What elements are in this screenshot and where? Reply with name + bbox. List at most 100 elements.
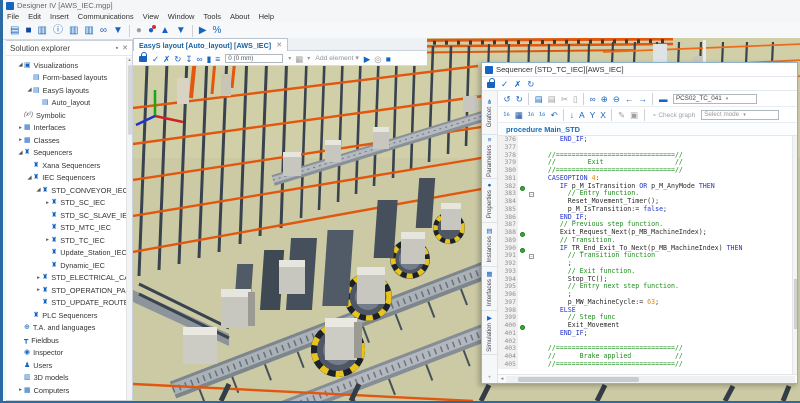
stop-icon[interactable]: ■ (386, 54, 391, 64)
menu-about[interactable]: About (230, 12, 250, 21)
insert-step3-icon[interactable]: ¹⁶ (539, 110, 545, 120)
forward-icon[interactable]: → (638, 94, 647, 104)
side-tab-interfaces[interactable]: ▦Interfaces (482, 267, 497, 311)
breakpoint-gutter[interactable] (518, 190, 527, 198)
breakpoint-gutter[interactable] (518, 291, 527, 299)
comment-icon[interactable]: ▼ (113, 26, 123, 36)
breakpoint-gutter[interactable] (518, 245, 527, 253)
jump-icon[interactable]: ↶ (551, 110, 558, 120)
project-card-icon[interactable]: ▥ (38, 26, 47, 36)
panel-view2-icon[interactable]: ▥ (84, 26, 93, 36)
breakpoint-gutter[interactable] (518, 152, 527, 160)
tree-item-update-station-iec[interactable]: ♜Update_Station_IEC (6, 247, 126, 260)
menu-view[interactable]: View (143, 12, 159, 21)
open-folder-icon[interactable]: ■ (25, 26, 31, 36)
breakpoint-gutter[interactable] (518, 330, 527, 338)
side-tab-parameters[interactable]: ≡Parameters (482, 135, 497, 179)
side-tab-add[interactable]: + (482, 355, 497, 383)
code-horizontal-scrollbar[interactable]: ◂ (498, 374, 797, 383)
link-icon[interactable]: ∞ (197, 54, 203, 64)
expander-icon[interactable]: ▸ (17, 125, 24, 131)
breakpoint-gutter[interactable] (518, 221, 527, 229)
expander-icon[interactable]: ▸ (44, 237, 51, 243)
import-icon[interactable]: ↧ (185, 54, 192, 64)
tree-item-auto-layout[interactable]: ▤Auto_layout (6, 97, 126, 110)
breakpoint-gutter[interactable] (518, 260, 527, 268)
block-dropdown[interactable]: PCS02_TC_041▾ (673, 94, 757, 104)
expander-icon[interactable]: ◢ (17, 62, 24, 68)
expander-icon[interactable]: ◢ (26, 175, 33, 181)
pin-icon[interactable]: ▪ (116, 45, 118, 52)
breakpoint-gutter[interactable] (518, 198, 527, 206)
undo-icon[interactable]: ↺ (504, 94, 511, 104)
tree-item-classes[interactable]: ▸▦Classes (6, 134, 126, 147)
visibility-icon[interactable]: ◎ (374, 54, 381, 64)
expander-icon[interactable]: ▸ (44, 200, 51, 206)
breakpoint-gutter[interactable] (518, 183, 527, 191)
close-icon[interactable]: ✕ (122, 44, 128, 52)
tree-item-users[interactable]: ♟Users (6, 359, 126, 372)
tree-item-3d-models[interactable]: ▥3D models (6, 372, 126, 385)
menu-help[interactable]: Help (259, 12, 274, 21)
measure-input[interactable]: 0 (0 mm) (225, 54, 283, 63)
breakpoint-gutter[interactable] (518, 136, 527, 144)
feedback-icon[interactable]: ▼ (176, 26, 186, 36)
run-export-icon[interactable]: ▶ (199, 26, 207, 36)
breakpoint-gutter[interactable] (518, 299, 527, 307)
tree-item-std-mtc-iec[interactable]: ♜STD_MTC_IEC (6, 222, 126, 235)
scrollbar-thumb[interactable] (518, 377, 639, 382)
breakpoint-gutter[interactable] (518, 252, 527, 260)
scroll-left-icon[interactable]: ◂ (498, 376, 506, 382)
tree-item-interfaces[interactable]: ▸▦Interfaces (6, 122, 126, 135)
breakpoint-gutter[interactable] (518, 159, 527, 167)
tree-item-t-a-and-languages[interactable]: ⊕T.A. and languages (6, 322, 126, 335)
breakpoint-gutter[interactable] (518, 338, 527, 346)
breakpoint-gutter[interactable] (518, 276, 527, 284)
branch-or-icon[interactable]: Y (590, 110, 596, 120)
user-online-icon[interactable]: ● (148, 26, 154, 36)
macro-step-icon[interactable]: ▦ (515, 110, 523, 120)
measure-dropdown-icon[interactable]: ▾ (288, 55, 291, 62)
shortcut-percent-icon[interactable]: % (213, 26, 222, 36)
tree-item-std-operation-pane-[interactable]: ▸♜STD_OPERATION_PANE... (6, 284, 126, 297)
tree-item-easys-layouts[interactable]: ◢▤EasyS layouts (6, 84, 126, 97)
paste-icon[interactable]: ▤ (548, 94, 556, 104)
add-element-button[interactable]: Add element ▾ (315, 54, 358, 62)
tree-item-std-tc-iec[interactable]: ▸♜STD_TC_IEC (6, 234, 126, 247)
menu-file[interactable]: File (7, 12, 19, 21)
menu-window[interactable]: Window (168, 12, 195, 21)
binoculars-search-icon[interactable]: ∞ (100, 26, 107, 36)
breakpoint-gutter[interactable] (518, 353, 527, 361)
tree-item-std-sc-slave-iec[interactable]: ♜STD_SC_SLAVE_IEC (6, 209, 126, 222)
redo-icon[interactable]: ↻ (516, 94, 523, 104)
tree-item-dynamic-iec[interactable]: ♜Dynamic_IEC (6, 259, 126, 272)
menu-insert[interactable]: Insert (50, 12, 69, 21)
expander-icon[interactable]: ▸ (17, 137, 24, 143)
tree-item-visualizations[interactable]: ◢▣Visualizations (6, 59, 126, 72)
insert-step-icon[interactable]: ¹⁶ (504, 110, 510, 120)
breakpoint-gutter[interactable] (518, 206, 527, 214)
layers-icon[interactable]: ≡ (215, 54, 220, 64)
delete-icon[interactable]: ▯ (573, 94, 578, 104)
breakpoint-gutter[interactable] (518, 214, 527, 222)
breakpoint-gutter[interactable] (518, 361, 527, 369)
breakpoint-gutter[interactable] (518, 144, 527, 152)
transition-icon[interactable]: ↓ (570, 110, 574, 120)
code-editor[interactable]: 376 END_IF;377378 //====================… (498, 136, 797, 374)
side-tab-grafcet[interactable]: ⋔Grafcet (482, 91, 497, 135)
breakpoint-gutter[interactable] (518, 167, 527, 175)
menu-communications[interactable]: Communications (78, 12, 134, 21)
sync-icon[interactable]: ↻ (174, 54, 181, 64)
menu-edit[interactable]: Edit (28, 12, 41, 21)
zoom-out-icon[interactable]: ⊖ (613, 94, 620, 104)
cancel-icon[interactable]: ✗ (163, 54, 170, 64)
expander-icon[interactable]: ▸ (35, 275, 42, 281)
lock-icon[interactable] (487, 82, 495, 88)
branch-and-icon[interactable]: A (579, 110, 585, 120)
tree-item-iec-sequencers[interactable]: ◢♜IEC Sequencers (6, 172, 126, 185)
snapshot-dropdown-icon[interactable]: ▾ (307, 55, 310, 62)
lock-icon[interactable] (139, 56, 147, 62)
expander-icon[interactable]: ▸ (35, 287, 42, 293)
snapshot-icon[interactable]: ▦ (295, 54, 303, 64)
side-tab-instances[interactable]: ▤Instances (482, 223, 497, 267)
